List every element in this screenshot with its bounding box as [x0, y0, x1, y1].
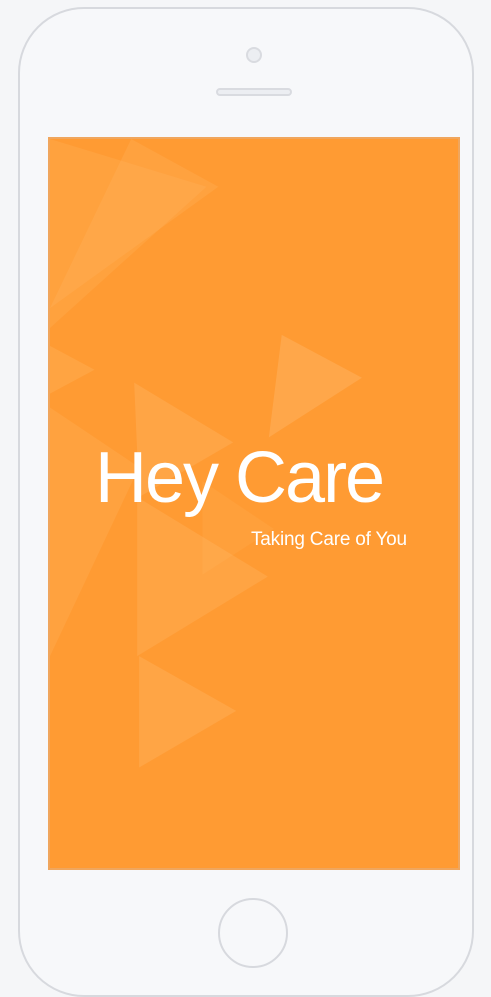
home-button[interactable]	[218, 898, 288, 968]
app-tagline: Taking Care of You	[251, 529, 407, 550]
branding-block: Hey Care Taking Care of You	[95, 438, 407, 549]
phone-frame: Hey Care Taking Care of You	[18, 7, 474, 997]
camera-icon	[246, 47, 262, 63]
app-title: Hey Care	[95, 438, 385, 518]
app-screen: Hey Care Taking Care of You	[48, 137, 460, 870]
speaker-grille	[216, 88, 292, 96]
